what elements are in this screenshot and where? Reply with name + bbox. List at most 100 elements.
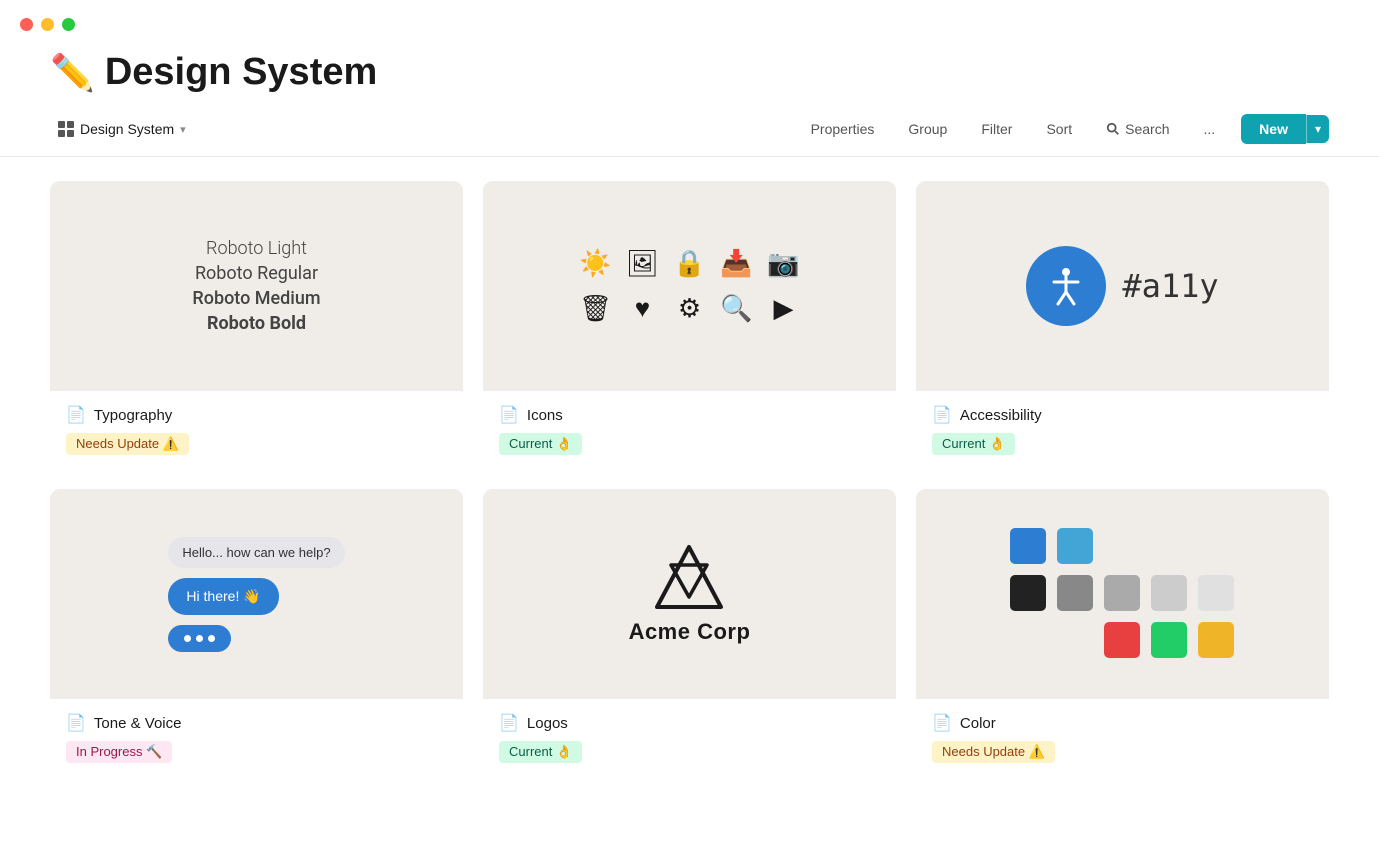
color-card-info: 📄 Color Needs Update ⚠️ — [916, 699, 1329, 777]
sort-button[interactable]: Sort — [1038, 117, 1080, 141]
accessibility-title-row: 📄 Accessibility — [932, 405, 1313, 425]
icons-card[interactable]: ☀️ 🖼 🔒 📥 📷 🗑 ♥ ⚙ 🔍 ▶ 📄 Icons Current 👌 — [483, 181, 896, 469]
new-button-dropdown[interactable]: ▾ — [1306, 115, 1329, 143]
empty-swatch-2 — [1151, 528, 1189, 566]
icons-title-row: 📄 Icons — [499, 405, 880, 425]
typography-card[interactable]: Roboto Light Roboto Regular Roboto Mediu… — [50, 181, 463, 469]
color-swatch-gray — [1057, 575, 1093, 611]
new-button-label: New — [1259, 121, 1288, 137]
toolbar: Design System ▾ Properties Group Filter … — [0, 114, 1379, 157]
typo-regular: Roboto Regular — [195, 263, 318, 284]
typography-badge: Needs Update ⚠️ — [66, 433, 189, 455]
empty-swatch-1 — [1104, 528, 1142, 566]
typography-preview: Roboto Light Roboto Regular Roboto Mediu… — [50, 181, 463, 391]
tone-voice-card-info: 📄 Tone & Voice In Progress 🔨 — [50, 699, 463, 777]
acme-logo: Acme Corp — [629, 543, 751, 645]
search-icon — [1106, 122, 1120, 136]
properties-button[interactable]: Properties — [803, 117, 883, 141]
typing-dot-3 — [208, 635, 215, 642]
color-title: Color — [960, 715, 996, 732]
card-grid: Roboto Light Roboto Regular Roboto Mediu… — [0, 181, 1379, 807]
tone-preview: Hello... how can we help? Hi there! 👋 — [50, 489, 463, 699]
heart-icon: ♥ — [626, 293, 659, 324]
tone-voice-title: Tone & Voice — [94, 715, 182, 732]
empty-swatch-3 — [1198, 528, 1236, 566]
empty-swatch-5 — [1057, 622, 1095, 660]
database-selector[interactable]: Design System ▾ — [50, 117, 194, 141]
group-label: Group — [908, 121, 947, 137]
typo-light: Roboto Light — [206, 238, 307, 259]
image-icon: 🖼 — [626, 248, 659, 279]
color-card[interactable]: 📄 Color Needs Update ⚠️ — [916, 489, 1329, 777]
color-swatch-red — [1104, 622, 1140, 658]
icons-title: Icons — [527, 407, 563, 424]
new-button[interactable]: New — [1241, 114, 1306, 144]
toolbar-right: Properties Group Filter Sort Search ... … — [803, 114, 1329, 144]
accessibility-badge: Current 👌 — [932, 433, 1015, 455]
icons-badge: Current 👌 — [499, 433, 582, 455]
play-icon: ▶ — [767, 293, 800, 324]
search-icon: 🔍 — [720, 293, 753, 324]
document-icon: 📄 — [66, 713, 86, 733]
minimize-button[interactable] — [41, 18, 54, 31]
document-icon: 📄 — [499, 405, 519, 425]
logos-card[interactable]: Acme Corp 📄 Logos Current 👌 — [483, 489, 896, 777]
search-button[interactable]: Search — [1098, 117, 1177, 141]
brightness-icon: ☀️ — [579, 248, 612, 279]
traffic-lights — [0, 0, 1379, 41]
sort-label: Sort — [1046, 121, 1072, 137]
color-swatch-blue — [1010, 528, 1046, 564]
filter-button[interactable]: Filter — [973, 117, 1020, 141]
typography-preview-content: Roboto Light Roboto Regular Roboto Mediu… — [192, 238, 320, 334]
typography-card-info: 📄 Typography Needs Update ⚠️ — [50, 391, 463, 469]
filter-label: Filter — [981, 121, 1012, 137]
tone-voice-badge: In Progress 🔨 — [66, 741, 172, 763]
chat-preview: Hello... how can we help? Hi there! 👋 — [148, 527, 364, 662]
new-dropdown-icon: ▾ — [1315, 122, 1321, 136]
icons-preview: ☀️ 🖼 🔒 📥 📷 🗑 ♥ ⚙ 🔍 ▶ — [483, 181, 896, 391]
logos-badge: Current 👌 — [499, 741, 582, 763]
a11y-content: #a11y — [1026, 246, 1218, 326]
color-swatch-lighter-gray — [1198, 575, 1234, 611]
icons-card-info: 📄 Icons Current 👌 — [483, 391, 896, 469]
color-swatch-light-blue — [1057, 528, 1093, 564]
typo-bold: Roboto Bold — [207, 313, 306, 334]
new-button-wrapper: New ▾ — [1241, 114, 1329, 144]
title-emoji: ✏️ — [50, 52, 95, 94]
chat-typing-indicator — [168, 625, 231, 652]
maximize-button[interactable] — [62, 18, 75, 31]
document-icon: 📄 — [66, 405, 86, 425]
color-badge: Needs Update ⚠️ — [932, 741, 1055, 763]
typo-medium: Roboto Medium — [192, 288, 320, 309]
chat-bubble-reply: Hi there! 👋 — [168, 578, 278, 615]
title-text: Design System — [105, 51, 377, 94]
chat-bubble-question: Hello... how can we help? — [168, 537, 344, 568]
tone-voice-card[interactable]: Hello... how can we help? Hi there! 👋 📄 … — [50, 489, 463, 777]
color-swatches — [996, 514, 1250, 674]
logos-title: Logos — [527, 715, 568, 732]
toolbar-left: Design System ▾ — [50, 117, 194, 141]
properties-label: Properties — [811, 121, 875, 137]
color-swatch-green — [1151, 622, 1187, 658]
close-button[interactable] — [20, 18, 33, 31]
download-icon: 📥 — [720, 248, 753, 279]
group-button[interactable]: Group — [900, 117, 955, 141]
camera-icon: 📷 — [767, 248, 800, 279]
accessibility-card[interactable]: #a11y 📄 Accessibility Current 👌 — [916, 181, 1329, 469]
accessibility-title: Accessibility — [960, 407, 1042, 424]
document-icon: 📄 — [932, 713, 952, 733]
grid-view-icon — [58, 121, 74, 137]
more-options-label: ... — [1204, 121, 1216, 137]
a11y-circle — [1026, 246, 1106, 326]
color-swatch-black — [1010, 575, 1046, 611]
empty-swatch-4 — [1010, 622, 1048, 660]
trash-icon: 🗑 — [579, 293, 612, 324]
lock-icon: 🔒 — [673, 248, 706, 279]
acme-triangle-logo — [649, 543, 729, 615]
color-swatch-yellow — [1198, 622, 1234, 658]
color-swatch-mid-gray — [1104, 575, 1140, 611]
color-title-row: 📄 Color — [932, 713, 1313, 733]
accessibility-preview: #a11y — [916, 181, 1329, 391]
typography-title-row: 📄 Typography — [66, 405, 447, 425]
more-options-button[interactable]: ... — [1196, 117, 1224, 141]
